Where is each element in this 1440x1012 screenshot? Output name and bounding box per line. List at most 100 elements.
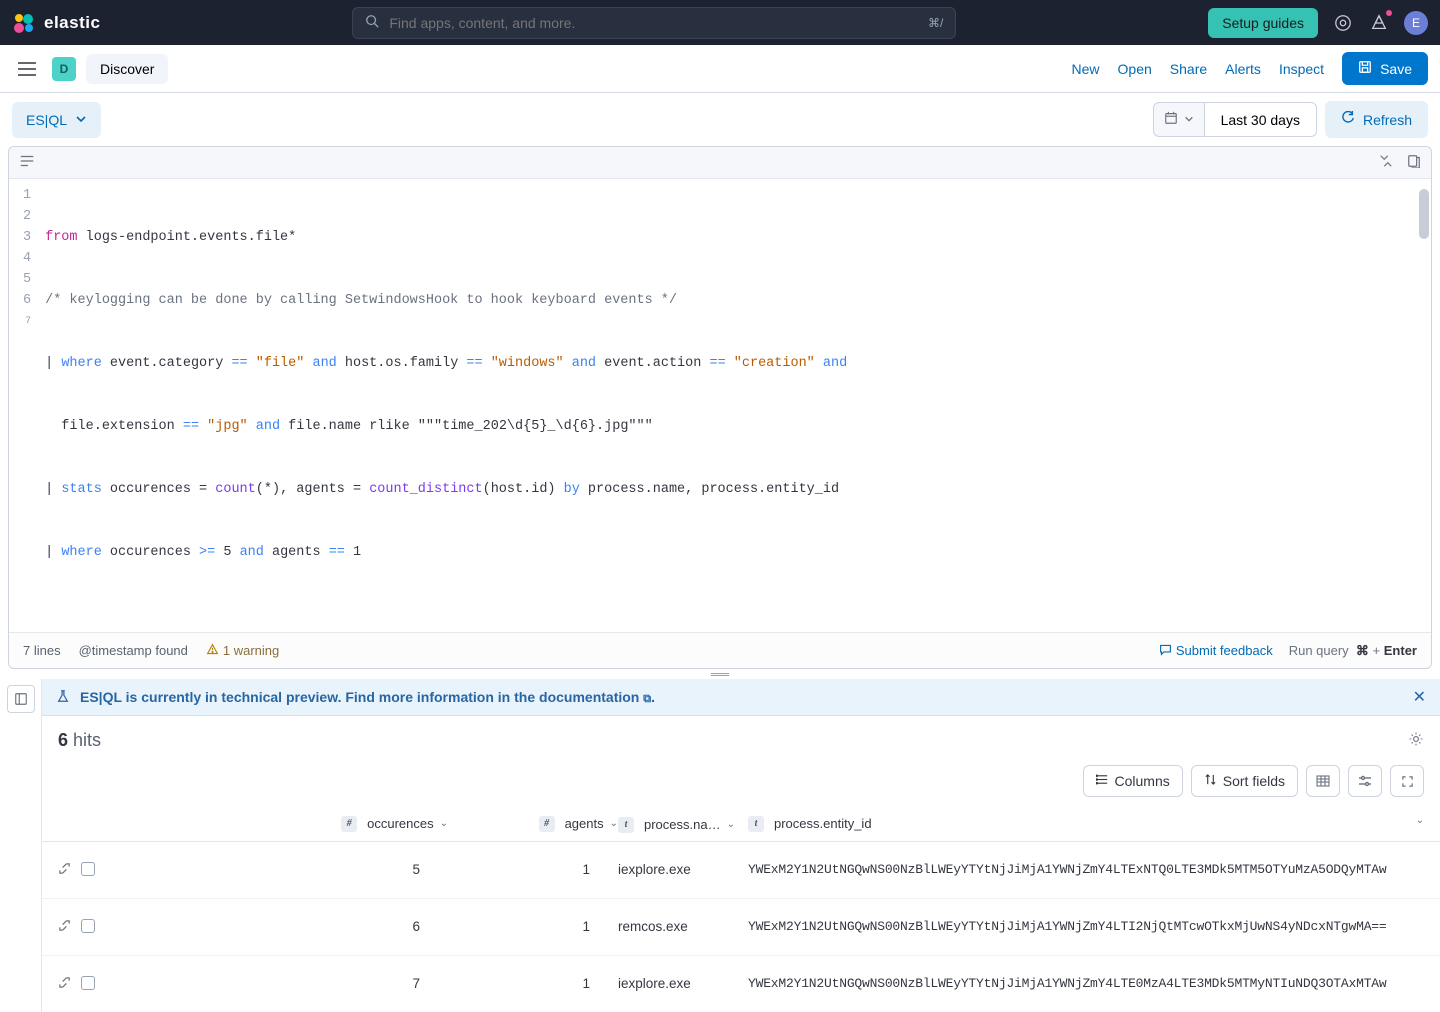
app-name-button[interactable]: Discover — [86, 54, 168, 84]
cell-occurences: 7 — [248, 976, 448, 992]
chevron-down-icon: ⌄ — [610, 818, 618, 829]
toggle-fields-sidebar-button[interactable] — [7, 685, 35, 713]
row-checkbox[interactable] — [81, 919, 95, 933]
collapse-icon[interactable] — [1379, 154, 1393, 171]
search-icon — [365, 14, 379, 31]
list-icon — [1096, 773, 1109, 789]
cell-process-name: remcos.exe — [618, 919, 748, 935]
alerts-link[interactable]: Alerts — [1225, 61, 1261, 77]
code-content[interactable]: from logs-endpoint.events.file* /* keylo… — [41, 179, 1431, 632]
refresh-button[interactable]: Refresh — [1325, 101, 1428, 138]
line-gutter: 1 2 3 4 5 6 7 — [9, 179, 41, 632]
columns-label: Columns — [1115, 773, 1170, 789]
global-search-field[interactable] — [389, 15, 918, 31]
timestamp-label: @timestamp found — [79, 643, 188, 658]
chevron-down-icon: ⌄ — [440, 818, 448, 829]
date-quick-select-button[interactable] — [1153, 102, 1205, 137]
chevron-down-icon — [1184, 112, 1194, 127]
app-icon: D — [52, 57, 76, 81]
cell-occurences: 5 — [248, 862, 448, 878]
column-header-entity-id[interactable]: t process.entity_id — [748, 815, 872, 833]
expand-row-icon[interactable] — [58, 919, 71, 935]
refresh-label: Refresh — [1363, 112, 1412, 128]
submit-feedback-link[interactable]: Submit feedback — [1159, 643, 1273, 659]
chevron-down-icon — [75, 112, 87, 128]
editor-scrollbar[interactable] — [1419, 189, 1429, 210]
row-checkbox[interactable] — [81, 976, 95, 990]
line-count-label: 7 lines — [23, 643, 61, 658]
external-link-icon: ⧉ — [643, 693, 651, 705]
cell-entity-id: YWExM2Y1N2UtNGQwNS00NzBlLWEyYTYtNjJiMjA1… — [748, 976, 1424, 992]
cell-agents: 1 — [448, 976, 618, 992]
cell-entity-id: YWExM2Y1N2UtNGQwNS00NzBlLWEyYTYtNjJiMjA1… — [748, 862, 1424, 878]
column-header-agents[interactable]: # agents ⌄ — [539, 815, 618, 833]
feedback-label: Submit feedback — [1176, 643, 1273, 658]
text-type-badge: t — [618, 817, 634, 833]
cell-agents: 1 — [448, 919, 618, 935]
expand-row-icon[interactable] — [58, 862, 71, 878]
documentation-link[interactable]: documentation ⧉ — [539, 689, 651, 705]
table-header-row: # occurences ⌄ # agents ⌄ t process. — [42, 807, 1440, 842]
cell-process-name: iexplore.exe — [618, 862, 748, 878]
row-checkbox[interactable] — [81, 862, 95, 876]
fullscreen-button[interactable] — [1390, 765, 1424, 797]
inspect-link[interactable]: Inspect — [1279, 61, 1324, 77]
cell-entity-id: YWExM2Y1N2UtNGQwNS00NzBlLWEyYTYtNjJiMjA1… — [748, 919, 1424, 935]
warning-icon — [206, 643, 219, 659]
columns-button[interactable]: Columns — [1083, 765, 1183, 797]
open-link[interactable]: Open — [1118, 61, 1152, 77]
elastic-logo-icon — [12, 11, 36, 35]
global-header: elastic ⌘/ Setup guides E — [0, 0, 1440, 45]
help-icon[interactable] — [1368, 12, 1390, 34]
sort-fields-button[interactable]: Sort fields — [1191, 765, 1298, 797]
text-type-badge: t — [748, 816, 764, 832]
editor-status-bar: 7 lines @timestamp found 1 warning Submi… — [9, 632, 1431, 668]
date-range-label[interactable]: Last 30 days — [1205, 102, 1317, 137]
save-icon — [1358, 60, 1372, 77]
notifications-icon[interactable] — [1332, 12, 1354, 34]
cell-agents: 1 — [448, 862, 618, 878]
chevron-down-icon: ⌄ — [727, 819, 735, 830]
query-language-selector[interactable]: ES|QL — [12, 102, 101, 138]
close-banner-button[interactable]: ✕ — [1413, 687, 1426, 707]
documentation-icon[interactable] — [1407, 154, 1421, 171]
word-wrap-icon[interactable] — [19, 154, 35, 171]
resize-handle[interactable] — [0, 669, 1440, 679]
refresh-icon — [1341, 111, 1355, 128]
elastic-logo[interactable]: elastic — [12, 11, 100, 35]
results-table: # occurences ⌄ # agents ⌄ t process. — [42, 807, 1440, 1012]
tech-preview-banner: ES|QL is currently in technical preview.… — [42, 679, 1440, 716]
column-header-occurences[interactable]: # occurences ⌄ — [341, 815, 448, 833]
share-link[interactable]: Share — [1170, 61, 1207, 77]
chat-icon — [1159, 643, 1172, 659]
code-editor[interactable]: 1 2 3 4 5 6 7 from logs-endpoint.events.… — [9, 179, 1431, 632]
save-button-label: Save — [1380, 61, 1412, 77]
save-button[interactable]: Save — [1342, 52, 1428, 85]
query-bar: ES|QL Last 30 days Refresh — [0, 93, 1440, 146]
display-options-button[interactable] — [1348, 765, 1382, 797]
run-query-hint: Run query ⌘ + Enter — [1289, 643, 1417, 659]
user-avatar[interactable]: E — [1404, 11, 1428, 35]
nav-hamburger-icon[interactable] — [12, 56, 42, 82]
warning-text: 1 warning — [223, 643, 279, 658]
warning-indicator[interactable]: 1 warning — [206, 643, 279, 659]
column-header-process-name[interactable]: t process.na… ⌄ — [618, 817, 735, 833]
query-editor: 1 2 3 4 5 6 7 from logs-endpoint.events.… — [8, 146, 1432, 669]
field-sidebar-rail — [0, 679, 42, 1012]
chevron-down-icon[interactable]: ⌄ — [1416, 815, 1424, 833]
esql-label: ES|QL — [26, 112, 67, 128]
sort-label: Sort fields — [1223, 773, 1285, 789]
results-pane: ES|QL is currently in technical preview.… — [0, 679, 1440, 1012]
search-shortcut-hint: ⌘/ — [928, 16, 943, 30]
table-row: 7 1 iexplore.exe YWExM2Y1N2UtNGQwNS00NzB… — [42, 956, 1440, 1012]
expand-row-icon[interactable] — [58, 976, 71, 992]
number-type-badge: # — [341, 816, 357, 832]
cell-occurences: 6 — [248, 919, 448, 935]
new-link[interactable]: New — [1072, 61, 1100, 77]
density-button[interactable] — [1306, 765, 1340, 797]
results-settings-icon[interactable] — [1408, 731, 1424, 750]
setup-guides-button[interactable]: Setup guides — [1208, 8, 1318, 38]
hits-summary-row: 6 hits — [42, 716, 1440, 765]
flask-icon — [56, 689, 70, 706]
global-search-input[interactable]: ⌘/ — [352, 7, 956, 39]
